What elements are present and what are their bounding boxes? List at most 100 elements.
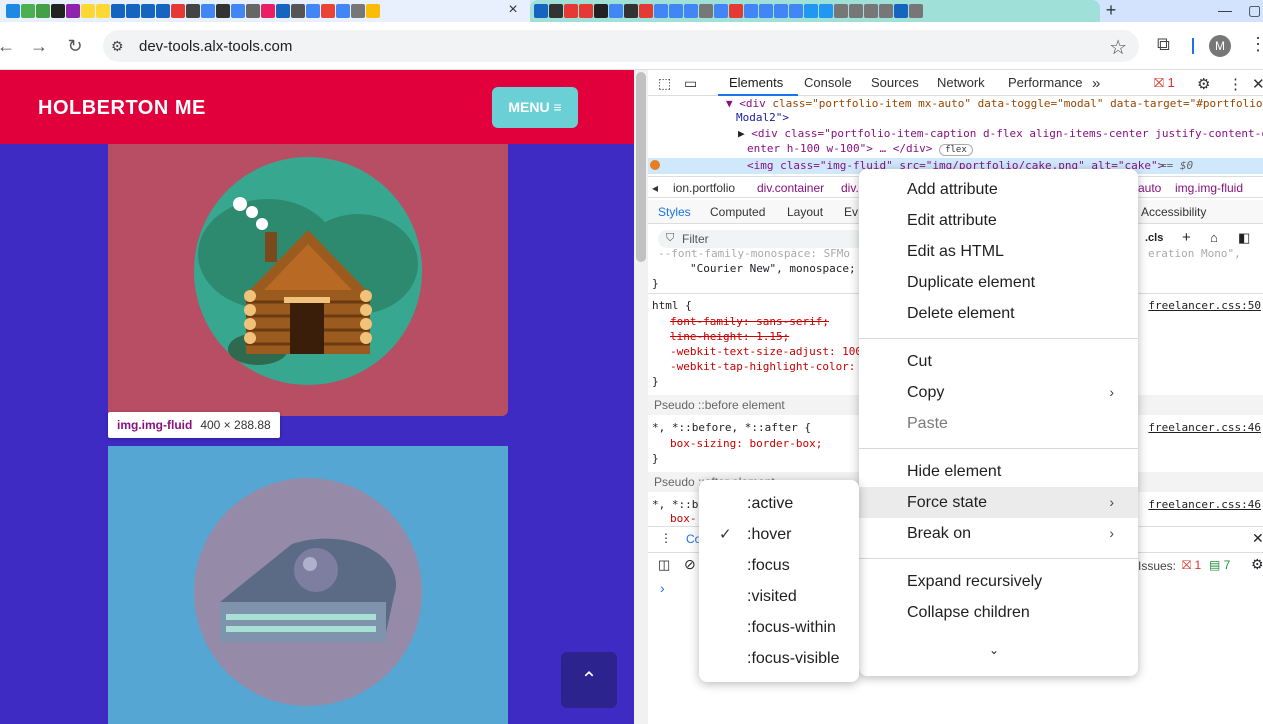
- tab-favicon[interactable]: [51, 4, 65, 18]
- device-toolbar-icon[interactable]: ▭: [684, 75, 697, 92]
- tab-favicon[interactable]: [36, 4, 50, 18]
- close-devtools-icon[interactable]: ✕: [1252, 75, 1263, 93]
- tab-favicon[interactable]: [246, 4, 260, 18]
- menu-scroll-down-icon[interactable]: ⌄: [859, 635, 1138, 666]
- tab-favicon[interactable]: [6, 4, 20, 18]
- tab-favicon[interactable]: [759, 4, 773, 18]
- reload-icon[interactable]: ↻: [63, 34, 87, 58]
- tab-favicon[interactable]: [714, 4, 728, 18]
- style-selector[interactable]: html {: [652, 299, 692, 312]
- menu-item-hide-element[interactable]: Hide element: [859, 456, 1138, 487]
- breadcrumb-item[interactable]: div.: [841, 181, 859, 195]
- issues-error-badge[interactable]: ⛝ 1: [1182, 558, 1201, 573]
- subtab-styles[interactable]: Styles: [658, 205, 691, 219]
- profile-avatar[interactable]: M: [1209, 35, 1231, 57]
- tab-favicon[interactable]: [66, 4, 80, 18]
- error-badge[interactable]: ⛝ 1: [1154, 75, 1175, 91]
- force-state-focus-within[interactable]: :focus-within: [699, 612, 859, 643]
- tab-favicons-group-2[interactable]: [534, 2, 923, 20]
- tab-favicon[interactable]: [549, 4, 563, 18]
- tab-favicon[interactable]: [306, 4, 320, 18]
- menu-button[interactable]: MENU ≡: [492, 87, 578, 128]
- style-source-link[interactable]: freelancer.css:46: [1148, 421, 1261, 434]
- tab-network[interactable]: Network: [937, 75, 985, 90]
- breadcrumb-item[interactable]: ion.portfolio: [673, 181, 735, 195]
- dom-node-caption[interactable]: ▶ <div class="portfolio-item-caption d-f…: [738, 127, 1263, 140]
- style-property[interactable]: line-height: 1.15;: [670, 330, 789, 343]
- browser-menu-icon[interactable]: ⋮: [1249, 34, 1263, 55]
- menu-item-expand-recursively[interactable]: Expand recursively: [859, 566, 1138, 597]
- tab-performance[interactable]: Performance: [1008, 75, 1082, 90]
- style-property[interactable]: box-sizing: border-box;: [670, 437, 822, 450]
- subtab-accessibility[interactable]: Accessibility: [1141, 205, 1206, 219]
- tab-favicon[interactable]: [594, 4, 608, 18]
- element-state-icon[interactable]: ⌂: [1210, 230, 1218, 245]
- portfolio-item-cabin[interactable]: [108, 144, 508, 416]
- menu-item-copy[interactable]: Copy ›: [859, 377, 1138, 408]
- subtab-computed[interactable]: Computed: [710, 205, 765, 219]
- tab-favicon[interactable]: [609, 4, 623, 18]
- tab-favicon[interactable]: [909, 4, 923, 18]
- tab-favicon[interactable]: [231, 4, 245, 18]
- tab-favicon[interactable]: [141, 4, 155, 18]
- style-source-link[interactable]: freelancer.css:50: [1148, 299, 1261, 312]
- tab-favicon[interactable]: [819, 4, 833, 18]
- tab-favicon[interactable]: [186, 4, 200, 18]
- styles-filter-input[interactable]: ⛉ Filter: [658, 230, 868, 248]
- style-property[interactable]: -webkit-tap-highlight-color:: [670, 360, 855, 373]
- tab-favicon[interactable]: [849, 4, 863, 18]
- issues-label[interactable]: Issues:: [1138, 559, 1176, 573]
- tab-favicon[interactable]: [789, 4, 803, 18]
- new-rule-icon[interactable]: +: [1182, 229, 1191, 246]
- tab-sources[interactable]: Sources: [871, 75, 919, 90]
- minimize-icon[interactable]: —: [1218, 2, 1232, 18]
- force-state-hover[interactable]: ✓:hover: [699, 519, 859, 550]
- inspect-element-icon[interactable]: ⬚: [658, 75, 671, 92]
- issues-message-badge[interactable]: ▤ 7: [1209, 558, 1230, 572]
- style-property[interactable]: -webkit-text-size-adjust: 100: [670, 345, 862, 358]
- tab-favicons-group-1[interactable]: [6, 2, 380, 20]
- breadcrumb-item[interactable]: auto: [1138, 181, 1161, 195]
- settings-gear-icon[interactable]: ⚙: [1197, 75, 1210, 93]
- menu-item-edit-attribute[interactable]: Edit attribute: [859, 205, 1138, 236]
- scrollbar-thumb[interactable]: [636, 72, 646, 262]
- breadcrumb-item[interactable]: div.container: [757, 181, 824, 195]
- menu-item-collapse-children[interactable]: Collapse children: [859, 597, 1138, 628]
- console-prompt-icon[interactable]: ›: [660, 580, 665, 596]
- site-info-icon[interactable]: ⚙: [111, 38, 127, 54]
- tab-favicon[interactable]: [804, 4, 818, 18]
- tab-favicon[interactable]: [864, 4, 878, 18]
- force-state-focus[interactable]: :focus: [699, 550, 859, 581]
- tab-favicon[interactable]: [684, 4, 698, 18]
- cls-toggle[interactable]: .cls: [1145, 232, 1163, 244]
- toggle-sidebar-icon[interactable]: ◧: [1238, 230, 1250, 246]
- tab-favicon[interactable]: [564, 4, 578, 18]
- tab-console[interactable]: Console: [804, 75, 852, 90]
- site-brand[interactable]: HOLBERTON ME: [38, 97, 206, 120]
- tab-favicon[interactable]: [366, 4, 380, 18]
- new-tab-button[interactable]: +: [1100, 0, 1122, 22]
- tab-favicon[interactable]: [579, 4, 593, 18]
- tab-favicon[interactable]: [336, 4, 350, 18]
- tab-favicon[interactable]: [729, 4, 743, 18]
- bookmark-star-icon[interactable]: ☆: [1109, 35, 1127, 60]
- tab-elements[interactable]: Elements: [729, 75, 783, 90]
- tab-favicon[interactable]: [654, 4, 668, 18]
- tab-favicon[interactable]: [111, 4, 125, 18]
- back-icon[interactable]: ←: [0, 34, 18, 58]
- tab-close-icon[interactable]: ×: [503, 0, 523, 22]
- portfolio-item-cake[interactable]: [108, 446, 508, 724]
- tab-favicon[interactable]: [834, 4, 848, 18]
- tab-favicon[interactable]: [276, 4, 290, 18]
- tab-favicon[interactable]: [291, 4, 305, 18]
- flex-badge[interactable]: flex: [939, 144, 973, 156]
- page-scrollbar[interactable]: [634, 70, 648, 724]
- style-property[interactable]: font-family: sans-serif;: [670, 315, 829, 328]
- more-tabs-icon[interactable]: »: [1092, 75, 1100, 92]
- url-text[interactable]: dev-tools.alx-tools.com: [139, 38, 292, 55]
- force-state-active[interactable]: :active: [699, 488, 859, 519]
- tab-favicon[interactable]: [156, 4, 170, 18]
- tab-favicon[interactable]: [126, 4, 140, 18]
- close-drawer-icon[interactable]: ✕: [1252, 530, 1263, 547]
- tab-favicon[interactable]: [744, 4, 758, 18]
